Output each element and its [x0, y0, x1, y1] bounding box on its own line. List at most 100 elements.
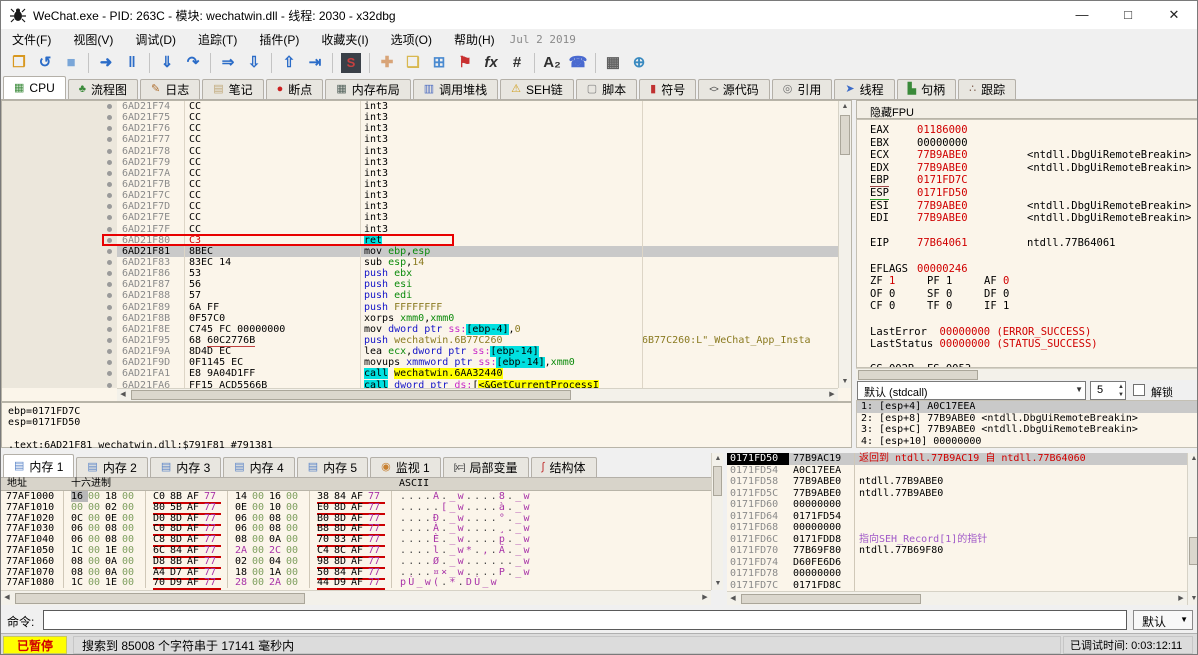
disasm-row[interactable]: 6AD21F8383EC 14sub esp,14 — [2, 257, 838, 268]
dump-row[interactable]: 77AF10501C001E006C84AF772A002C00C48CAF77… — [1, 545, 711, 556]
close-button[interactable]: ✕ — [1151, 1, 1197, 29]
run-to-user-code-icon[interactable]: ⇩ — [241, 51, 267, 75]
bottom-tab-监视 1[interactable]: ◉监视 1 — [370, 457, 441, 477]
animate-into-icon[interactable]: ⇥ — [302, 51, 328, 75]
breakpoint-dot-icon[interactable] — [103, 134, 117, 145]
calling-convention-select[interactable]: 默认 (stdcall) ▼ — [857, 381, 1086, 400]
stack-vscrollbar[interactable]: ▲ ▼ — [1187, 453, 1198, 605]
breakpoint-dot-icon[interactable] — [103, 112, 117, 123]
disasm-row[interactable]: 6AD21F8857push edi — [2, 290, 838, 301]
disasm-vscrollbar[interactable]: ▲ ▼ — [838, 101, 851, 388]
register-row[interactable]: ECX77B9ABE0<ntdll.DbgUiRemoteBreakin> — [870, 149, 1198, 162]
dump-vscrollbar[interactable]: ▲ ▼ — [711, 453, 723, 590]
disasm-row[interactable]: 6AD21F8756push esi — [2, 279, 838, 290]
stack-row[interactable]: 0171FD74D60FE6D6 — [727, 557, 1187, 569]
bottom-tab-内存 1[interactable]: ▤内存 1 — [3, 454, 74, 477]
disasm-row[interactable]: 6AD21F9D0F1145 ECmovups xmmword ptr ss:[… — [2, 357, 838, 368]
tab-日志[interactable]: ✎日志 — [140, 79, 200, 99]
unlock-checkbox[interactable] — [1133, 384, 1145, 396]
register-row[interactable]: EDI77B9ABE0<ntdll.DbgUiRemoteBreakin> — [870, 212, 1198, 225]
restart-icon[interactable]: ↺ — [32, 51, 58, 75]
command-input[interactable] — [43, 610, 1127, 630]
disasm-row[interactable]: 6AD21F76CCint3 — [2, 123, 838, 134]
dump-row[interactable]: 77AF103006000800C08DAF7706000800B88DAF77… — [1, 523, 711, 534]
call-argument-row[interactable]: 2: [esp+8] 77B9ABE0 <ntdll.DbgUiRemoteBr… — [857, 413, 1198, 425]
disasm-row[interactable]: 6AD21F77CCint3 — [2, 134, 838, 145]
bottom-tab-局部变量[interactable]: [x=]局部变量 — [443, 457, 529, 477]
tab-断点[interactable]: ●断点 — [266, 79, 324, 99]
disasm-row[interactable]: 6AD21F7ECCint3 — [2, 212, 838, 223]
tab-引用[interactable]: ◎引用 — [772, 79, 833, 99]
function-icon[interactable]: fx — [478, 51, 504, 75]
call-arguments-list[interactable]: 1: [esp+4] A0C17EEA2: [esp+8] 77B9ABE0 <… — [856, 400, 1198, 448]
scroll-down-arrow[interactable]: ▼ — [839, 376, 851, 388]
breakpoint-dot-icon[interactable] — [103, 346, 117, 357]
bookmark-icon[interactable]: ⚑ — [452, 51, 478, 75]
breakpoint-dot-icon[interactable] — [103, 224, 117, 235]
tab-脚本[interactable]: ▢脚本 — [576, 79, 637, 99]
bottom-tab-内存 5[interactable]: ▤内存 5 — [297, 457, 368, 477]
disasm-row[interactable]: 6AD21F78CCint3 — [2, 146, 838, 157]
breakpoint-dot-icon[interactable] — [103, 168, 117, 179]
disasm-row[interactable]: 6AD21F7DCCint3 — [2, 201, 838, 212]
disassembly-pane[interactable]: 6AD21F74CCint36AD21F75CCint36AD21F76CCin… — [1, 100, 852, 402]
tab-笔记[interactable]: ▤笔记 — [202, 79, 263, 99]
stack-pane[interactable]: 0171FD5077B9AC19返回到 ntdll.77B9AC19 自 ntd… — [727, 453, 1187, 591]
memory-dump-pane[interactable]: 地址 十六进制 ASCII 77AF100016001800C08BAF7714… — [1, 478, 711, 590]
stack-row[interactable]: 0171FD5877B9ABE0ntdll.77B9ABE0 — [727, 476, 1187, 488]
pause-icon[interactable]: ‖ — [119, 51, 145, 75]
stack-row[interactable]: 0171FD6000000000 — [727, 499, 1187, 511]
disasm-row[interactable]: 6AD21F8EC745 FC 00000000mov dword ptr ss… — [2, 324, 838, 335]
breakpoint-dot-icon[interactable] — [103, 357, 117, 368]
hide-fpu-button[interactable]: 隐藏FPU — [856, 100, 1198, 119]
dump-row[interactable]: 77AF104006000800C88DAF7708000A007083AF77… — [1, 534, 711, 545]
modified-call-icon[interactable]: ☎ — [565, 51, 591, 75]
stack-row[interactable]: 0171FD7C0171FD8C — [727, 580, 1187, 592]
bottom-tab-结构体[interactable]: ∫结构体 — [531, 457, 597, 477]
disasm-row[interactable]: 6AD21F8B0F57C0xorps xmm0,xmm0 — [2, 313, 838, 324]
disasm-hscrollbar[interactable]: ◀ ▶ — [117, 388, 838, 401]
label-icon[interactable]: ⊞ — [426, 51, 452, 75]
register-row[interactable]: ESI77B9ABE0<ntdll.DbgUiRemoteBreakin> — [870, 200, 1198, 213]
stack-hscrollbar[interactable]: ◀ ▶ — [727, 591, 1187, 605]
disasm-row[interactable]: 6AD21F7ACCint3 — [2, 168, 838, 179]
register-row[interactable]: EIP77B64061ntdll.77B64061 — [870, 237, 1198, 250]
comment-icon[interactable]: ❑ — [400, 51, 426, 75]
breakpoint-dot-icon[interactable] — [103, 235, 117, 246]
seh-s-icon[interactable]: S — [341, 53, 361, 73]
stack-row[interactable]: 0171FD7077B69F80ntdll.77B69F80 — [727, 545, 1187, 557]
breakpoint-dot-icon[interactable] — [103, 290, 117, 301]
breakpoint-dot-icon[interactable] — [103, 335, 117, 346]
stack-row[interactable]: 0171FD640171FD54 — [727, 511, 1187, 523]
highlight-icon[interactable]: # — [504, 51, 530, 75]
maximize-button[interactable]: □ — [1105, 1, 1151, 29]
breakpoint-dot-icon[interactable] — [103, 212, 117, 223]
dump-rows[interactable]: 77AF100016001800C08BAF77140016003884AF77… — [1, 491, 711, 590]
disasm-row[interactable]: 6AD21F75CCint3 — [2, 112, 838, 123]
stack-row[interactable]: 0171FD6C0171FDD8指向SEH_Record[1]的指针 — [727, 534, 1187, 546]
arg-count-stepper[interactable]: 5 ▲▼ — [1090, 381, 1126, 400]
stack-row[interactable]: 0171FD5077B9AC19返回到 ntdll.77B9AC19 自 ntd… — [727, 453, 1187, 465]
run-icon[interactable]: ➜ — [93, 51, 119, 75]
step-into-icon[interactable]: ⇓ — [154, 51, 180, 75]
disasm-row[interactable]: 6AD21F7FCCint3 — [2, 224, 838, 235]
call-argument-row[interactable]: 1: [esp+4] A0C17EEA — [857, 401, 1198, 413]
open-file-icon[interactable]: ❒ — [6, 51, 32, 75]
bottom-tab-内存 2[interactable]: ▤内存 2 — [76, 457, 147, 477]
stack-row[interactable]: 0171FD54A0C17EEA — [727, 465, 1187, 477]
calculator-icon[interactable]: ▦ — [600, 51, 626, 75]
disasm-row[interactable]: 6AD21F9A8D4D EClea ecx,dword ptr ss:[ebp… — [2, 346, 838, 357]
spin-arrows-icon[interactable]: ▲▼ — [1118, 383, 1124, 399]
breakpoint-dot-icon[interactable] — [103, 157, 117, 168]
tab-句柄[interactable]: ▙句柄 — [897, 79, 956, 99]
breakpoint-dot-icon[interactable] — [103, 246, 117, 257]
disasm-row[interactable]: 6AD21F7CCCint3 — [2, 190, 838, 201]
breakpoint-dot-icon[interactable] — [103, 302, 117, 313]
command-profile-select[interactable]: 默认 ▼ — [1133, 610, 1193, 630]
menu-item-0[interactable]: 文件(F) — [1, 29, 62, 50]
register-row[interactable]: EBX00000000 — [870, 137, 1198, 150]
step-over-icon[interactable]: ↷ — [180, 51, 206, 75]
execute-till-return-icon[interactable]: ⇒ — [215, 51, 241, 75]
disasm-row[interactable]: 6AD21F896A FFpush FFFFFFFF — [2, 302, 838, 313]
menu-item-3[interactable]: 追踪(T) — [187, 29, 248, 50]
